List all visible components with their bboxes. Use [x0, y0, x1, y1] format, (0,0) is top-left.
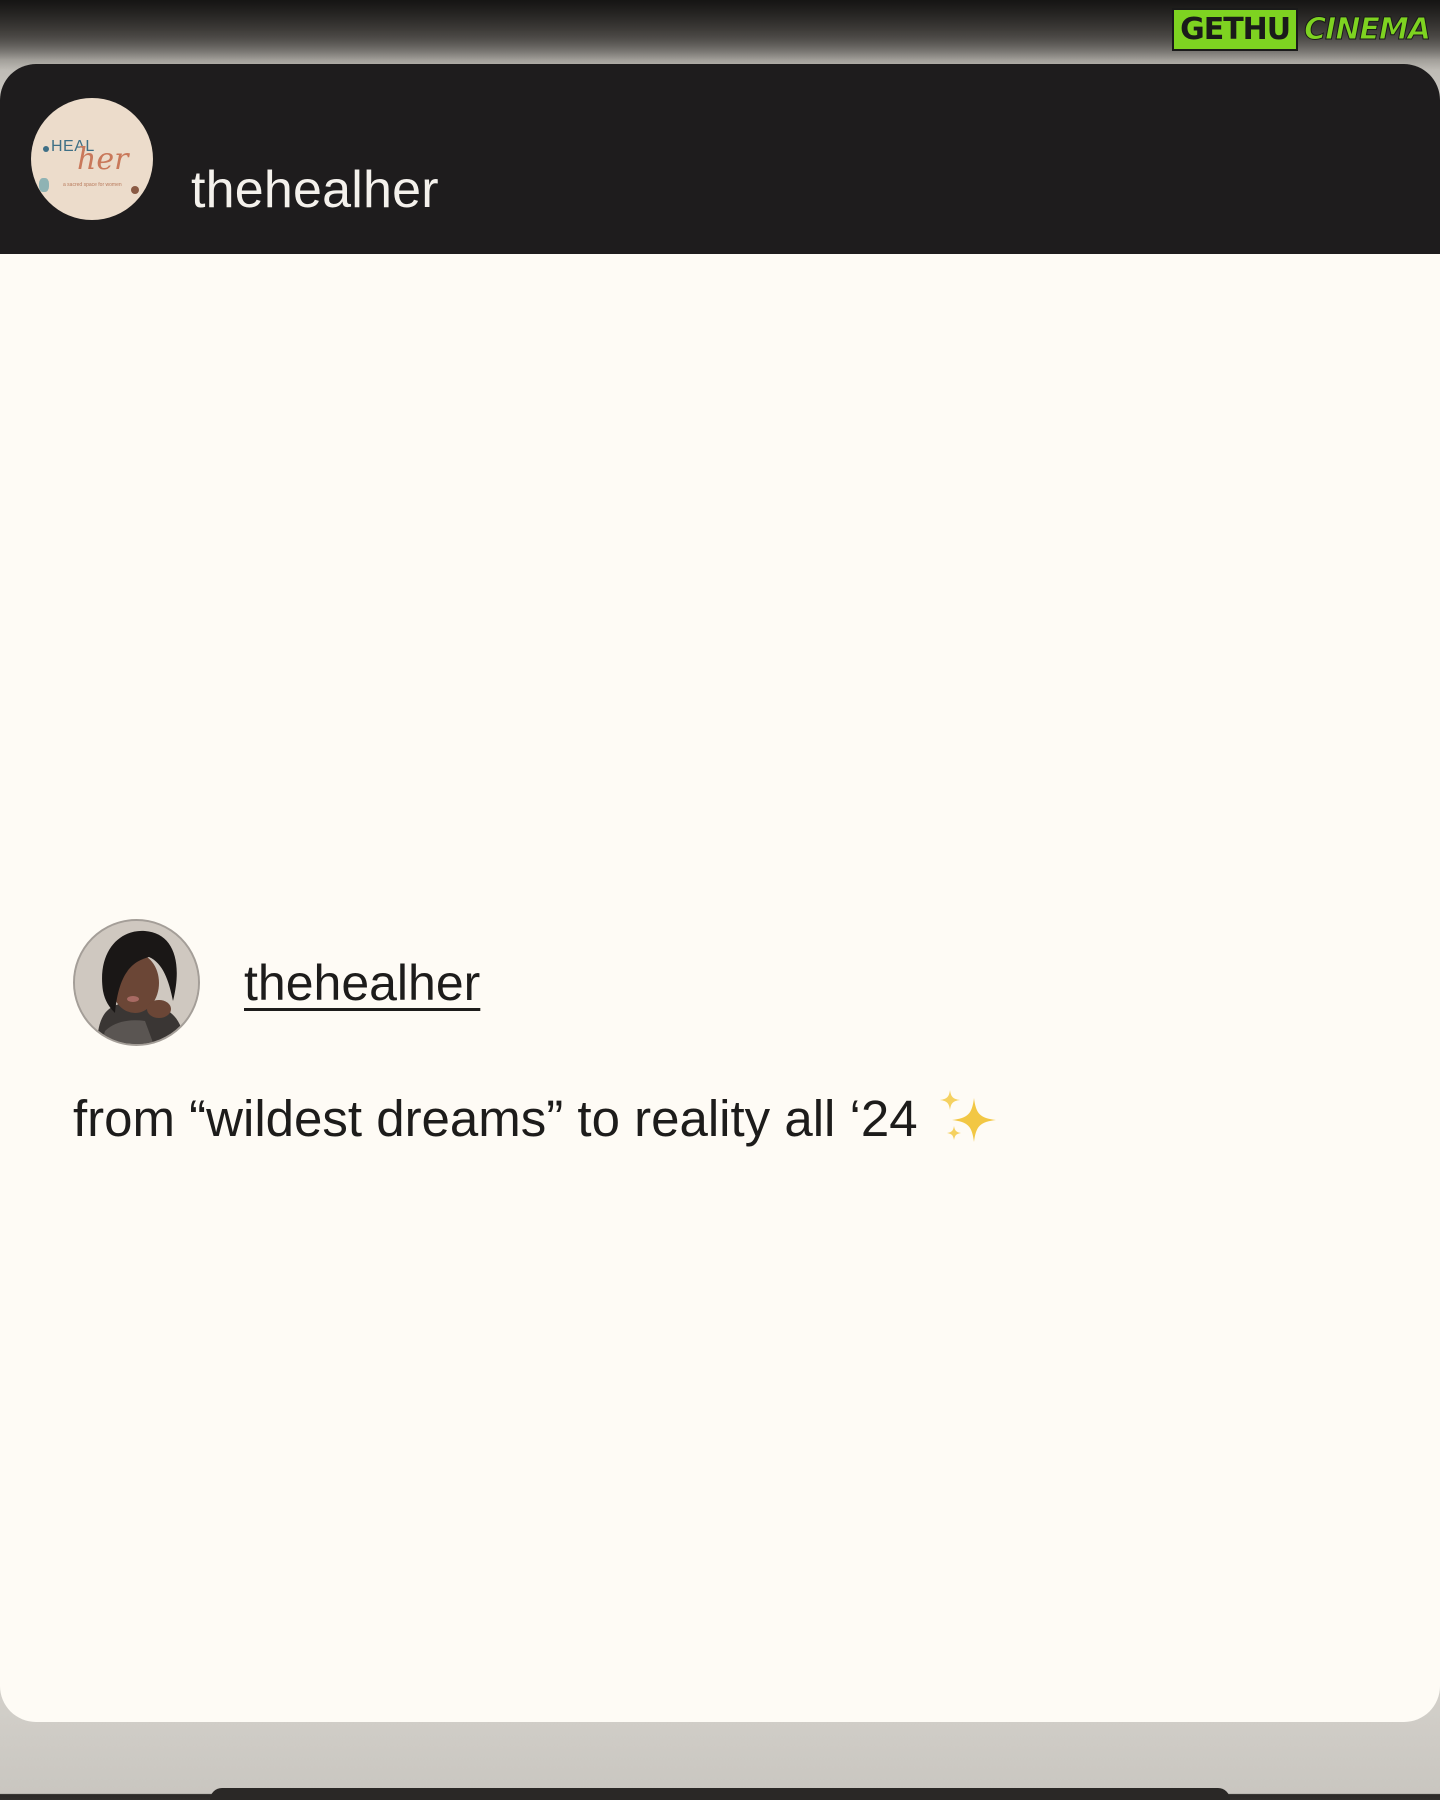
- logo-dot-icon: [131, 186, 139, 194]
- header-username[interactable]: thehealher: [191, 160, 439, 220]
- shared-post-card[interactable]: HEAL her a sacred space for women thehea…: [0, 64, 1440, 1722]
- logo-her-text: her: [77, 142, 129, 177]
- leaf-icon: [39, 178, 49, 192]
- next-card-edge: [210, 1788, 1230, 1800]
- person-photo-icon: [75, 921, 198, 1044]
- sparkles-icon: [939, 1090, 996, 1142]
- post-author-avatar[interactable]: [73, 919, 200, 1046]
- post-header: HEAL her a sacred space for women thehea…: [0, 64, 1440, 254]
- post-author-username[interactable]: thehealher: [244, 954, 480, 1012]
- logo-tagline: a sacred space for women: [63, 182, 122, 188]
- post-caption: from “wildest dreams” to reality all ‘24: [73, 1086, 1000, 1150]
- watermark-logo: GETHU CINEMA: [1172, 7, 1436, 51]
- post-caption-text: from “wildest dreams” to reality all ‘24: [73, 1089, 918, 1147]
- watermark-part2: CINEMA: [1304, 11, 1432, 47]
- profile-avatar[interactable]: HEAL her a sacred space for women: [31, 98, 153, 220]
- watermark-part1: GETHU: [1172, 7, 1299, 51]
- logo-dot-icon: [43, 146, 49, 152]
